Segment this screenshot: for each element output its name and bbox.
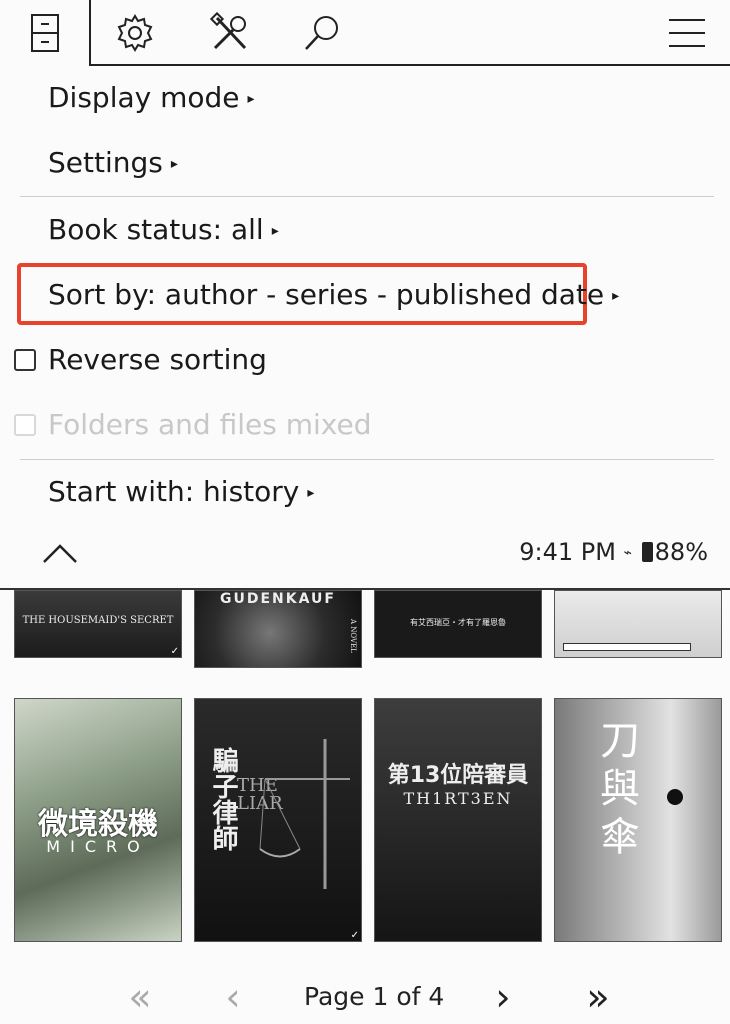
submenu-arrow-icon: ▸: [271, 223, 279, 239]
battery-level: 88%: [654, 538, 708, 566]
book-status-label: Book status: all: [48, 213, 264, 246]
submenu-arrow-icon: ▸: [170, 156, 178, 172]
chevron-right-icon: ›: [495, 975, 511, 1019]
book-title-cn: 刀與傘: [593, 719, 639, 863]
menu-item-start-with[interactable]: Start with: history ▸: [48, 474, 314, 511]
folders-files-mixed-label: Folders and files mixed: [48, 408, 372, 441]
page-indicator[interactable]: Page 1 of 4: [304, 982, 444, 1011]
tools-icon[interactable]: [205, 8, 255, 58]
book-cover[interactable]: [554, 590, 722, 658]
status-bar: 9:41 PM ⌁ 88%: [519, 538, 708, 566]
reading-progress-bar: [563, 643, 691, 651]
toolbar-separator: [89, 0, 91, 66]
start-with-label: Start with: history: [48, 475, 300, 508]
wifi-icon: ⌁: [623, 545, 633, 561]
filebrowser-menu: Display mode ▸ Settings ▸ Book status: all…: [0, 66, 730, 590]
book-cover[interactable]: 第13位陪審員 TH1RT3EN: [374, 698, 542, 942]
read-check-icon: ✓: [170, 646, 179, 657]
book-title-en: TH1RT3EN: [403, 789, 513, 808]
collapse-chevron-up-icon[interactable]: [40, 540, 80, 566]
last-page-button[interactable]: »: [573, 972, 623, 1022]
book-cover[interactable]: GUDENKAUF A NOVEL: [194, 590, 362, 668]
hamburger-menu-icon[interactable]: [662, 8, 712, 58]
book-title-cn: 第13位陪審員: [387, 763, 529, 788]
book-title: 有艾西瑞亞・才有了羅恩魯: [410, 618, 506, 627]
cover-dot-decoration: [667, 789, 683, 805]
scale-illustration: [259, 739, 350, 889]
chevron-left-icon: ‹: [225, 975, 241, 1019]
book-subtitle: A NOVEL: [349, 619, 357, 653]
first-page-button[interactable]: «: [115, 972, 165, 1022]
double-chevron-right-icon: »: [586, 975, 610, 1019]
folders-files-mixed-checkbox: [14, 414, 36, 436]
book-cover[interactable]: 有艾西瑞亞・才有了羅恩魯: [374, 590, 542, 658]
menu-item-display-mode[interactable]: Display mode ▸: [48, 80, 255, 117]
search-icon[interactable]: [297, 8, 347, 58]
book-cover[interactable]: THE HOUSEMAID'S SECRET ✓: [14, 590, 182, 658]
clock: 9:41 PM: [519, 538, 616, 566]
menu-item-folders-files-mixed: Folders and files mixed: [48, 407, 372, 443]
top-toolbar: [0, 0, 730, 66]
menu-item-sort-by[interactable]: Sort by: author - series - published dat…: [48, 277, 619, 314]
settings-label: Settings: [48, 146, 163, 179]
filebrowser-icon[interactable]: [20, 8, 70, 58]
menu-item-reverse-sorting[interactable]: Reverse sorting: [48, 342, 267, 378]
submenu-arrow-icon: ▸: [247, 91, 255, 107]
next-page-button[interactable]: ›: [478, 972, 528, 1022]
sort-by-label: Sort by: author - series - published dat…: [48, 278, 605, 311]
book-title: THE HOUSEMAID'S SECRET: [22, 615, 174, 626]
menu-divider: [20, 459, 714, 460]
menu-item-settings[interactable]: Settings ▸: [48, 145, 178, 182]
reverse-sorting-checkbox[interactable]: [14, 349, 36, 371]
book-title-en: MICRO: [46, 837, 150, 856]
double-chevron-left-icon: «: [128, 975, 152, 1019]
settings-gear-icon[interactable]: [110, 8, 160, 58]
display-mode-label: Display mode: [48, 81, 240, 114]
book-cover[interactable]: 刀與傘: [554, 698, 722, 942]
menu-divider: [20, 196, 714, 197]
read-check-icon: ✓: [350, 930, 359, 941]
book-cover[interactable]: 騙子律師 THE LIAR ✓: [194, 698, 362, 942]
pagination-bar: « ‹ Page 1 of 4 › »: [0, 960, 730, 1024]
book-title: GUDENKAUF: [220, 591, 336, 607]
book-grid: THE HOUSEMAID'S SECRET ✓ GUDENKAUF A NOV…: [0, 590, 730, 960]
previous-page-button[interactable]: ‹: [208, 972, 258, 1022]
reverse-sorting-label: Reverse sorting: [48, 343, 267, 376]
battery-icon: [641, 542, 653, 562]
submenu-arrow-icon: ▸: [307, 485, 315, 501]
menu-item-book-status[interactable]: Book status: all ▸: [48, 212, 279, 249]
submenu-arrow-icon: ▸: [612, 288, 620, 304]
book-cover[interactable]: 微境殺機 MICRO: [14, 698, 182, 942]
